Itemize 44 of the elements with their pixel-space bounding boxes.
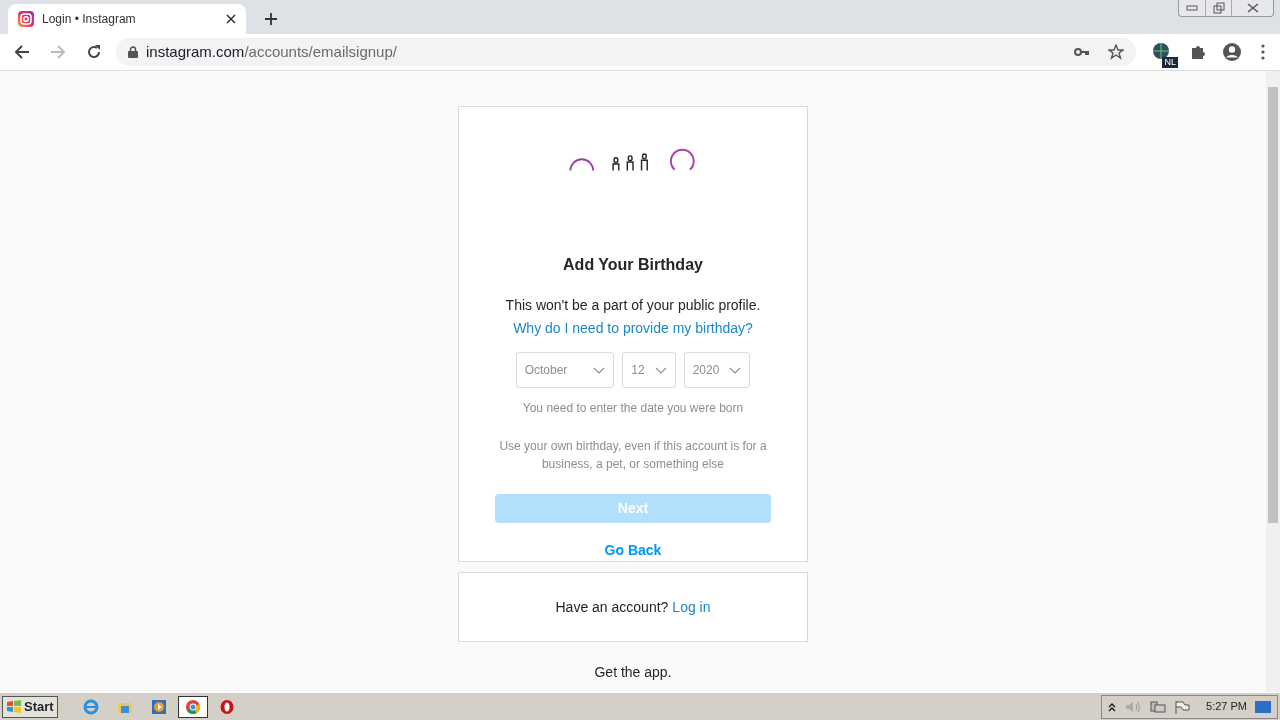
- new-tab-icon[interactable]: [264, 12, 278, 26]
- date-select[interactable]: October: [515, 352, 615, 389]
- start-button[interactable]: Start: [2, 695, 58, 718]
- clock: 5:27 PM: [1206, 699, 1247, 715]
- error-text: You need to enter the date you were born: [522, 400, 744, 418]
- back-icon[interactable]: [14, 44, 30, 60]
- chevron-up-icon[interactable]: [1108, 701, 1117, 712]
- help-link[interactable]: Why do I need to provide my birthday?: [513, 318, 753, 340]
- extension-badge: NL: [1162, 57, 1178, 68]
- url-text: instagram.com/accounts/emailsignup/: [146, 41, 398, 62]
- windows-logo-icon: [6, 699, 22, 714]
- chrome-icon: [184, 698, 201, 715]
- camera-icon: [18, 11, 34, 27]
- profile-icon[interactable]: [1222, 42, 1242, 62]
- scrollbar[interactable]: [1266, 71, 1280, 692]
- puzzle-icon[interactable]: [1190, 44, 1206, 60]
- key-icon[interactable]: [1074, 47, 1090, 57]
- chevron-down-icon: [729, 366, 742, 374]
- star-icon[interactable]: [1108, 44, 1124, 60]
- close-icon[interactable]: [226, 14, 236, 24]
- browser-tab[interactable]: Login • Instagram: [8, 4, 246, 34]
- reload-icon[interactable]: [86, 44, 102, 60]
- note-text: Use your own birthday, even if this account is for a business, a pet, or something else: [498, 438, 768, 474]
- login-prompt: Have an account?: [555, 597, 669, 617]
- menu-icon[interactable]: [1260, 44, 1266, 60]
- network-icon[interactable]: [1150, 699, 1167, 714]
- chevron-down-icon: [654, 366, 667, 374]
- flag-icon[interactable]: [1174, 699, 1191, 714]
- opera-icon: [218, 698, 235, 715]
- address-bar[interactable]: instagram.com/accounts/emailsignup/: [116, 38, 1136, 66]
- taskbar-chrome-button[interactable]: [177, 695, 208, 718]
- lock-icon: [128, 46, 138, 58]
- card-title: Add Your Birthday: [563, 255, 703, 276]
- date-select[interactable]: 12: [622, 352, 676, 389]
- back-link[interactable]: Go Back: [604, 540, 662, 561]
- play-icon: [150, 698, 167, 715]
- get-app-text: Get the app.: [594, 663, 672, 682]
- subtitle-text: This won't be a part of your public profile.: [505, 296, 761, 316]
- desktop-icon[interactable]: [1255, 700, 1271, 713]
- ie-icon: [82, 698, 99, 715]
- date-select[interactable]: 2020: [683, 352, 751, 389]
- tab-title: Login • Instagram: [42, 11, 137, 28]
- login-link[interactable]: Log in: [672, 596, 711, 618]
- chevron-down-icon: [593, 366, 606, 374]
